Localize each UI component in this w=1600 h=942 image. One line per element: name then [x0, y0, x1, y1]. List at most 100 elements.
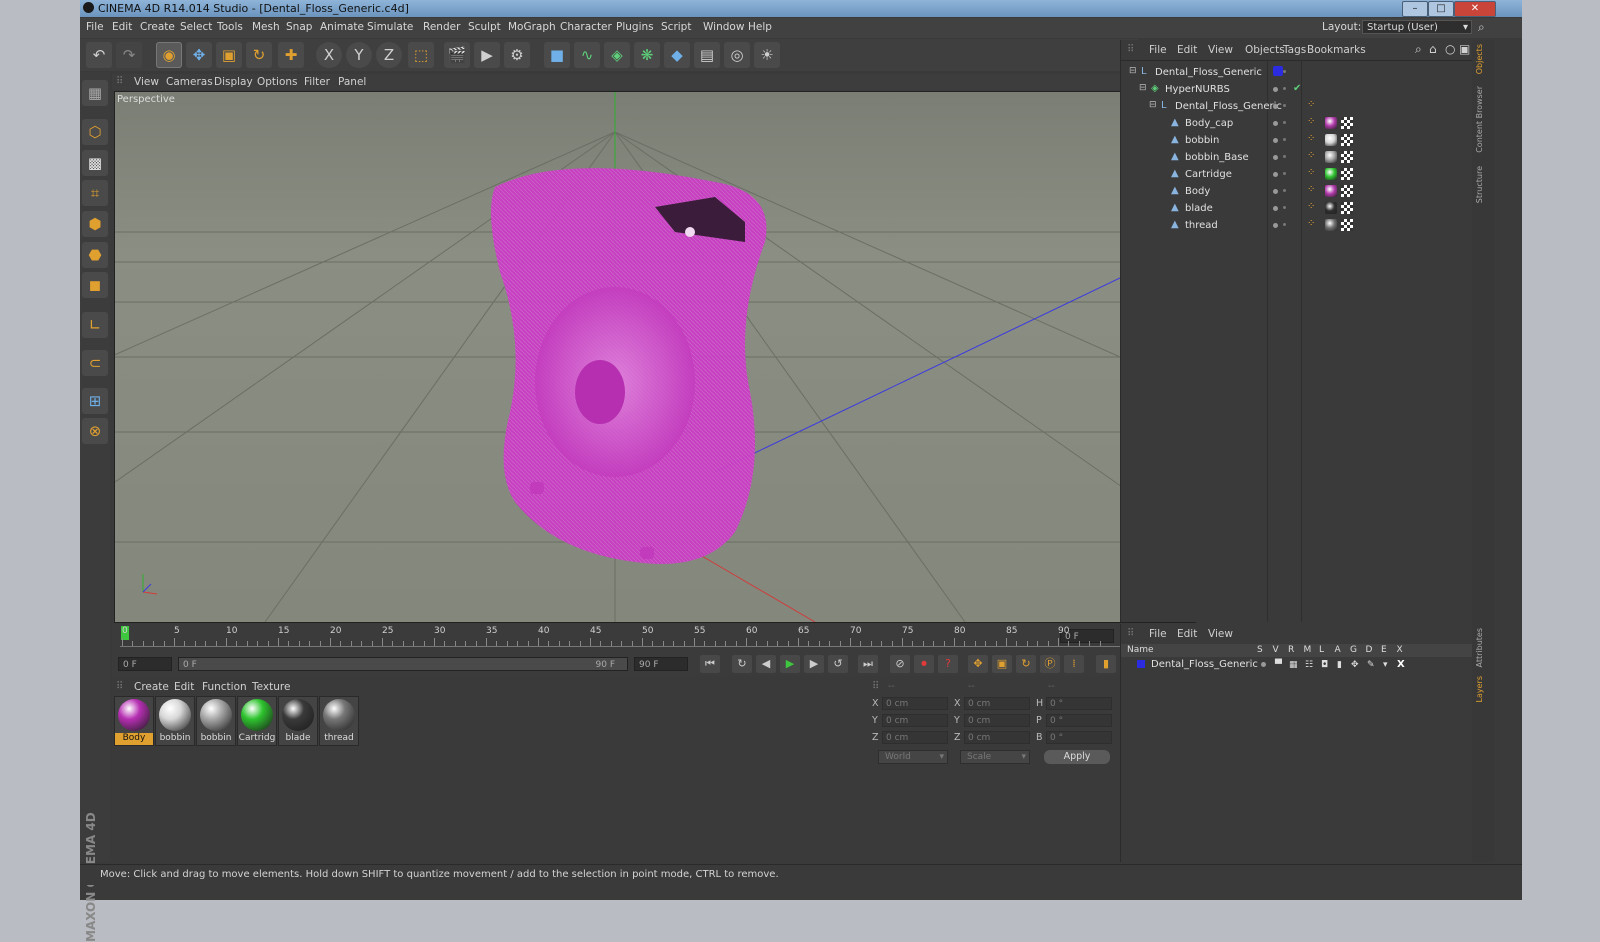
render-visibility-dot[interactable]: [1283, 155, 1286, 158]
search-icon[interactable]: ⌕: [1415, 42, 1422, 57]
keyframe-selection-icon[interactable]: ⊘: [890, 655, 910, 673]
object-row[interactable]: ⊟ L Dental_Floss_Generic: [1121, 64, 1473, 81]
object-row[interactable]: ▲ Body ⁘: [1121, 183, 1473, 200]
nurbs-icon[interactable]: ◈: [604, 42, 630, 68]
layer-solo-toggle[interactable]: [1261, 662, 1266, 667]
render-visibility-dot[interactable]: [1283, 223, 1286, 226]
object-name[interactable]: HyperNURBS: [1165, 84, 1230, 95]
zoom-icon[interactable]: ○: [1445, 42, 1455, 56]
search-icon[interactable]: ⌕: [1478, 20, 1485, 35]
object-row[interactable]: ⊟ ◈ HyperNURBS ✔: [1121, 81, 1473, 98]
object-name[interactable]: Body: [1185, 186, 1210, 197]
coord-value-field[interactable]: 0 cm: [964, 731, 1030, 744]
phong-tag-icon[interactable]: ⁘: [1307, 218, 1315, 229]
render-visibility-dot[interactable]: [1283, 138, 1286, 141]
minimize-button[interactable]: –: [1402, 1, 1428, 17]
viewport-menu-view[interactable]: View: [134, 76, 159, 88]
object-row[interactable]: ▲ Cartridge ⁘: [1121, 166, 1473, 183]
play-icon[interactable]: ▶: [780, 655, 800, 673]
menu-character[interactable]: Character: [560, 21, 612, 33]
menu-render[interactable]: Render: [423, 21, 460, 33]
editor-visibility-dot[interactable]: [1273, 223, 1278, 228]
tab-content-browser[interactable]: Content Browser: [1475, 86, 1489, 153]
viewport-menu-filter[interactable]: Filter: [304, 76, 330, 88]
menu-help[interactable]: Help: [748, 21, 772, 33]
record-icon[interactable]: ⏺: [914, 655, 934, 673]
coord-value-field[interactable]: 0 cm: [882, 697, 948, 710]
object-menu-view[interactable]: View: [1208, 44, 1233, 56]
object-name[interactable]: Dental_Floss_Generic: [1175, 101, 1282, 112]
layer-visible-icon[interactable]: ▀: [1275, 660, 1282, 670]
close-button[interactable]: ✕: [1454, 1, 1496, 17]
render-visibility-dot[interactable]: [1283, 104, 1286, 107]
timeline[interactable]: 0 F 0 5 10 15 20 25 30 35 40 45 50 55 60 65 70 75 80 85 90: [112, 624, 1196, 652]
expand-icon[interactable]: ⊟: [1139, 83, 1147, 93]
material-swatch[interactable]: thread: [319, 696, 359, 746]
tab-structure[interactable]: Structure: [1475, 166, 1489, 203]
material-tag[interactable]: [1325, 219, 1337, 231]
layer-menu-edit[interactable]: Edit: [1177, 628, 1197, 640]
object-menu-objects[interactable]: Objects: [1245, 44, 1285, 56]
loop-icon[interactable]: ↻: [732, 655, 752, 673]
points-mode-icon[interactable]: ⬢: [82, 211, 108, 237]
phong-tag-icon[interactable]: ⁘: [1307, 133, 1315, 144]
phong-tag-icon[interactable]: ⁘: [1307, 116, 1315, 127]
coord-value-field[interactable]: 0 °: [1046, 731, 1112, 744]
z-axis-icon[interactable]: Z: [376, 42, 402, 68]
render-visibility-dot[interactable]: [1283, 121, 1286, 124]
cycle-icon[interactable]: ↺: [828, 655, 848, 673]
object-name[interactable]: blade: [1185, 203, 1213, 214]
phong-tag-icon[interactable]: ⁘: [1307, 99, 1315, 110]
layer-menu-file[interactable]: File: [1149, 628, 1167, 640]
start-frame-field[interactable]: 0 F: [118, 657, 172, 671]
menu-script[interactable]: Script: [661, 21, 691, 33]
render-settings-icon[interactable]: ⚙: [504, 42, 530, 68]
menu-simulate[interactable]: Simulate: [367, 21, 413, 33]
add-icon[interactable]: ✚: [278, 42, 304, 68]
layer-deformers-icon[interactable]: ✎: [1367, 660, 1375, 670]
quantize-icon[interactable]: ⊗: [82, 418, 108, 444]
tab-layers[interactable]: Layers: [1475, 676, 1489, 702]
layer-name[interactable]: Dental_Floss_Generic: [1151, 659, 1258, 670]
viewport-menu-display[interactable]: Display: [214, 76, 253, 88]
texture-tag-icon[interactable]: [1341, 185, 1353, 197]
3d-viewport[interactable]: Perspective: [114, 91, 1196, 623]
light-icon[interactable]: ☀: [754, 42, 780, 68]
material-swatch[interactable]: bobbin: [196, 696, 236, 746]
snap-icon[interactable]: ⊂: [82, 350, 108, 376]
object-row[interactable]: ▲ bobbin_Base ⁘: [1121, 149, 1473, 166]
object-menu-edit[interactable]: Edit: [1177, 44, 1197, 56]
object-row[interactable]: ▲ Body_cap ⁘: [1121, 115, 1473, 132]
end-frame-field[interactable]: 90 F: [634, 657, 688, 671]
tab-objects[interactable]: Objects: [1475, 44, 1489, 74]
x-axis-icon[interactable]: X: [316, 42, 342, 68]
phong-tag-icon[interactable]: ⁘: [1307, 150, 1315, 161]
layout-dropdown[interactable]: Startup (User) ▾: [1362, 20, 1472, 34]
material-swatch[interactable]: Cartridg: [237, 696, 277, 746]
coord-value-field[interactable]: 0 cm: [882, 731, 948, 744]
size-mode-dropdown[interactable]: Scale ▾: [960, 750, 1030, 764]
menu-create[interactable]: Create: [140, 21, 175, 33]
object-row[interactable]: ▲ bobbin ⁘: [1121, 132, 1473, 149]
viewport-menu-options[interactable]: Options: [257, 76, 298, 88]
object-name[interactable]: Body_cap: [1185, 118, 1233, 129]
layer-color-tag[interactable]: [1273, 66, 1283, 76]
render-view-icon[interactable]: 🎬: [444, 42, 470, 68]
render-visibility-dot[interactable]: [1283, 70, 1286, 73]
expand-icon[interactable]: ⊟: [1129, 66, 1137, 76]
goto-end-icon[interactable]: ⏭: [858, 655, 878, 673]
layer-render-icon[interactable]: ▦: [1289, 660, 1298, 670]
object-menu-bookmarks[interactable]: Bookmarks: [1307, 44, 1366, 56]
editor-visibility-dot[interactable]: [1273, 104, 1278, 109]
render-visibility-dot[interactable]: [1283, 87, 1286, 90]
material-tag[interactable]: [1325, 151, 1337, 163]
model-mode-icon[interactable]: ⬡: [82, 119, 108, 145]
object-name[interactable]: Cartridge: [1185, 169, 1232, 180]
layer-animation-icon[interactable]: ▮: [1337, 660, 1342, 670]
key-parameter-icon[interactable]: Ⓟ: [1040, 655, 1060, 673]
menu-mograph[interactable]: MoGraph: [508, 21, 556, 33]
step-back-icon[interactable]: ◀: [756, 655, 776, 673]
redo-icon[interactable]: ↷: [116, 42, 142, 68]
object-name[interactable]: thread: [1185, 220, 1218, 231]
layer-expressions-icon[interactable]: ▾: [1383, 660, 1388, 670]
